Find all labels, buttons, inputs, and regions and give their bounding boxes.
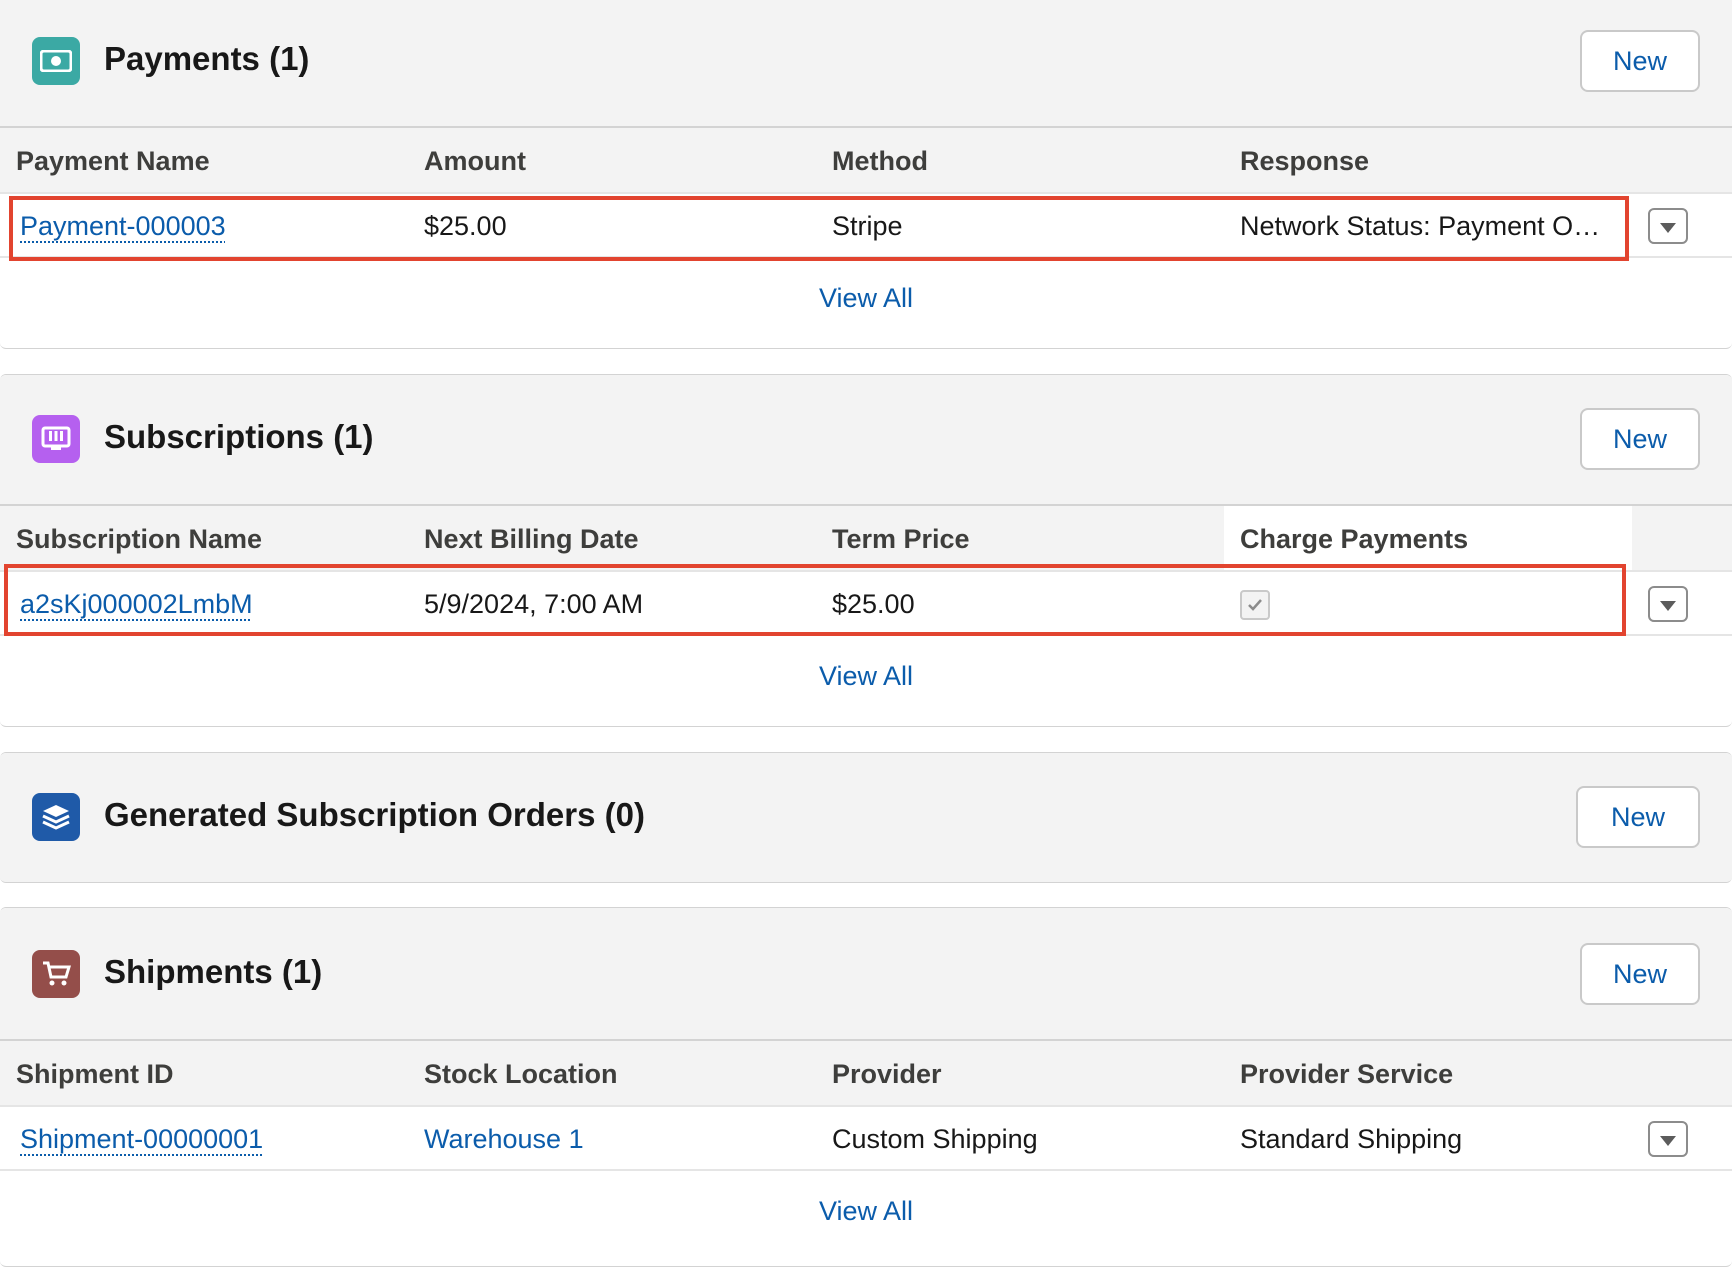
column-header-subscription-name[interactable]: Subscription Name — [16, 506, 262, 570]
table-row: a2sKj000002LmbM 5/9/2024, 7:00 AM $25.00 — [0, 572, 1732, 636]
stock-location-link[interactable]: Warehouse 1 — [424, 1124, 584, 1154]
stack-icon — [32, 793, 80, 841]
column-header-stock-location[interactable]: Stock Location — [424, 1041, 618, 1105]
shipments-table-header: Shipment ID Stock Location Provider Prov… — [0, 1039, 1732, 1107]
shipments-title[interactable]: Shipments (1) — [104, 953, 322, 991]
column-header-amount[interactable]: Amount — [424, 128, 526, 192]
stock-location-cell: Warehouse 1 — [424, 1107, 584, 1169]
subscriptions-new-button[interactable]: New — [1580, 408, 1700, 470]
column-header-provider[interactable]: Provider — [832, 1041, 942, 1105]
response-cell: Network Status: Payment Outcome Authoriz… — [1240, 194, 1610, 256]
shipment-id-link[interactable]: Shipment-00000001 — [20, 1124, 263, 1154]
column-header-shipment-id[interactable]: Shipment ID — [16, 1041, 174, 1105]
provider-cell: Custom Shipping — [832, 1107, 1038, 1169]
book-icon — [32, 415, 80, 463]
next-billing-date-cell: 5/9/2024, 7:00 AM — [424, 572, 643, 634]
provider-service-cell: Standard Shipping — [1240, 1107, 1462, 1169]
amount-cell: $25.00 — [424, 194, 507, 256]
payments-title[interactable]: Payments (1) — [104, 40, 309, 78]
payments-view-all-link[interactable]: View All — [0, 283, 1732, 314]
shipments-card: Shipments (1) New Shipment ID Stock Loca… — [0, 907, 1732, 1267]
subscriptions-view-all-link[interactable]: View All — [0, 661, 1732, 692]
cart-icon — [32, 950, 80, 998]
shipments-new-button[interactable]: New — [1580, 943, 1700, 1005]
generated-orders-new-button[interactable]: New — [1576, 786, 1700, 848]
subscriptions-table-header: Subscription Name Next Billing Date Term… — [0, 504, 1732, 572]
column-header-next-billing-date[interactable]: Next Billing Date — [424, 506, 639, 570]
shipment-id-cell: Shipment-00000001 — [20, 1107, 263, 1169]
generated-orders-card: Generated Subscription Orders (0) New — [0, 752, 1732, 883]
column-header-charge-payments[interactable]: Charge Payments — [1224, 506, 1632, 570]
payments-table-header: Payment Name Amount Method Response — [0, 126, 1732, 194]
column-header-payment-name[interactable]: Payment Name — [16, 128, 210, 192]
subscription-name-link[interactable]: a2sKj000002LmbM — [20, 589, 253, 619]
money-icon — [32, 37, 80, 85]
table-row: Payment-000003 $25.00 Stripe Network Sta… — [0, 194, 1732, 258]
payments-card: Payments (1) New Payment Name Amount Met… — [0, 0, 1732, 349]
shipments-view-all-link[interactable]: View All — [0, 1196, 1732, 1227]
row-actions-dropdown[interactable] — [1648, 586, 1688, 622]
charge-payments-checkbox — [1240, 590, 1270, 620]
column-header-term-price[interactable]: Term Price — [832, 506, 970, 570]
row-actions-dropdown[interactable] — [1648, 208, 1688, 244]
subscription-name-cell: a2sKj000002LmbM — [20, 572, 253, 634]
column-header-method[interactable]: Method — [832, 128, 928, 192]
table-row: Shipment-00000001 Warehouse 1 Custom Shi… — [0, 1107, 1732, 1171]
payment-name-link[interactable]: Payment-000003 — [20, 211, 226, 241]
generated-orders-card-header: Generated Subscription Orders (0) New — [0, 753, 1732, 882]
generated-orders-title[interactable]: Generated Subscription Orders (0) — [104, 796, 645, 834]
subscriptions-card: Subscriptions (1) New Subscription Name … — [0, 374, 1732, 727]
column-header-provider-service[interactable]: Provider Service — [1240, 1041, 1453, 1105]
payments-new-button[interactable]: New — [1580, 30, 1700, 92]
subscriptions-card-header: Subscriptions (1) New — [0, 375, 1732, 504]
payment-name-cell: Payment-000003 — [20, 194, 226, 256]
row-actions-dropdown[interactable] — [1648, 1121, 1688, 1157]
column-header-response[interactable]: Response — [1240, 128, 1369, 192]
shipments-card-header: Shipments (1) New — [0, 908, 1732, 1039]
method-cell: Stripe — [832, 194, 903, 256]
payments-card-header: Payments (1) New — [0, 0, 1732, 126]
term-price-cell: $25.00 — [832, 572, 915, 634]
subscriptions-title[interactable]: Subscriptions (1) — [104, 418, 374, 456]
